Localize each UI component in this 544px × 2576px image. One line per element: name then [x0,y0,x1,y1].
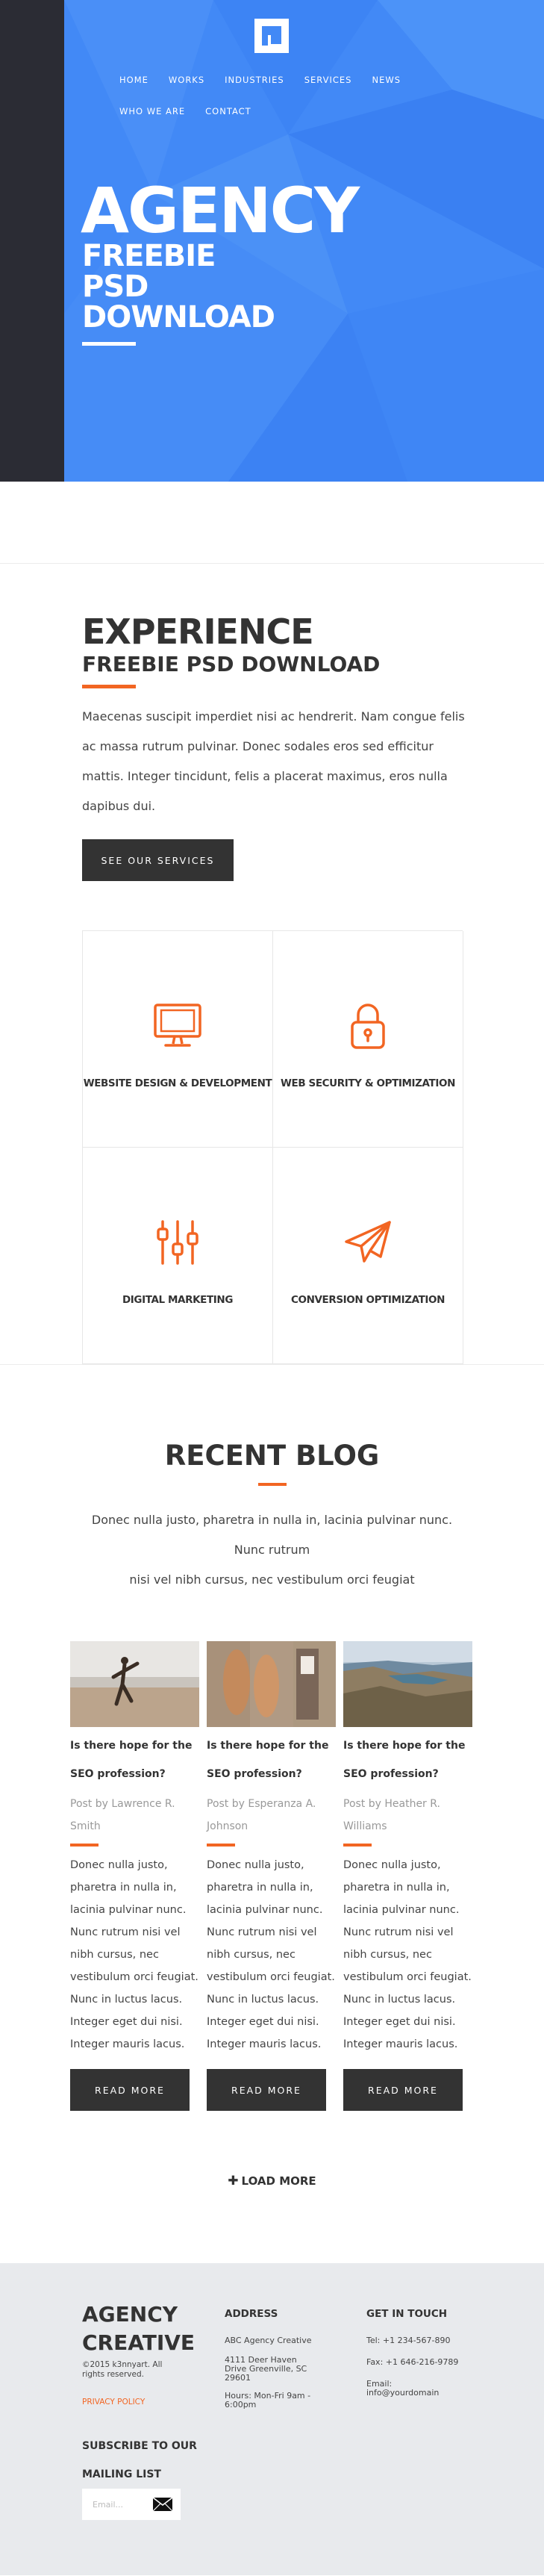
contact-email[interactable]: info@yourdomain [366,2389,458,2398]
hero-subtitle-line: DOWNLOAD [82,300,275,335]
recent-blog-section: RECENT BLOG Donec nulla justo, pharetra … [0,1365,544,2188]
service-label: DIGITAL MARKETING [122,1294,233,1306]
blog-intro: Donec nulla justo, pharetra in nulla in,… [78,1505,466,1595]
post-image-beach-runner[interactable] [70,1641,199,1727]
hero-underline [82,342,136,346]
experience-underline [82,685,136,688]
plus-icon: ✚ [228,2174,239,2188]
footer-contact-column: GET IN TOUCH Tel: +1 234-567-890 Fax: +1… [366,2308,458,2398]
service-label: WEBSITE DESIGN & DEVELOPMENT [83,1077,272,1089]
main-nav: HOME WORKS INDUSTRIES SERVICES NEWS WHO … [119,64,440,127]
contact-title: GET IN TOUCH [366,2308,448,2320]
address-hours: 6:00pm [225,2400,257,2409]
privacy-policy-link[interactable]: PRIVACY POLICY [82,2398,145,2407]
post-author: Post by Lawrence R. Smith [70,1798,175,1832]
nav-who-we-are[interactable]: WHO WE ARE [119,96,185,127]
post-excerpt: Donec nulla justo, pharetra in nulla in,… [207,1859,335,2050]
blog-posts: Is there hope for the SEO profession? Po… [70,1641,544,2111]
blog-title-underline [257,1483,287,1486]
subscribe-email-input[interactable] [93,2499,146,2510]
experience-subtitle: FREEBIE PSD DOWNLOAD [82,652,381,676]
hero-subtitle-line: PSD [82,270,148,304]
monitor-icon [151,1000,204,1052]
post-author: Post by Esperanza A. Johnson [207,1798,316,1832]
nav-news[interactable]: NEWS [372,64,401,96]
blog-intro-line: nisi vel nibh cursus, nec vestibulum orc… [129,1572,415,1587]
service-card-web-security[interactable]: WEB SECURITY & OPTIMIZATION [273,931,463,1148]
post-underline [70,1844,99,1847]
post-image-shoes[interactable] [207,1641,336,1727]
footer-brand-line: AGENCY [82,2302,178,2327]
nav-industries[interactable]: INDUSTRIES [225,64,284,96]
subscribe-box [82,2489,181,2520]
experience-body: Maecenas suscipit imperdiet nisi ac hend… [82,709,465,813]
footer: AGENCY CREATIVE ©2015 k3nnyart. All righ… [0,2263,544,2575]
post-author: Post by Heather R. Williams [343,1798,440,1832]
service-card-web-design[interactable]: WEBSITE DESIGN & DEVELOPMENT [83,931,273,1148]
service-card-digital-marketing[interactable]: DIGITAL MARKETING [83,1148,273,1364]
hero-section: HOME WORKS INDUSTRIES SERVICES NEWS WHO … [0,0,544,482]
hero-subtitle: FREEBIE PSD DOWNLOAD [82,241,275,333]
service-label: WEB SECURITY & OPTIMIZATION [281,1077,455,1089]
nav-home[interactable]: HOME [119,64,148,96]
blog-post-card: Is there hope for the SEO profession? Po… [343,1641,472,2111]
hero-title: AGENCY [81,174,360,247]
footer-address-column: ADDRESS ABC Agency Creative 4111 Deer Ha… [225,2308,311,2409]
service-label: CONVERSION OPTIMIZATION [290,1294,445,1306]
address-company: ABC Agency Creative [225,2336,312,2345]
post-title[interactable]: Is there hope for the SEO profession? [70,1732,199,1788]
left-dark-strip [0,0,64,482]
read-more-button[interactable]: READ MORE [343,2069,463,2111]
post-underline [343,1844,372,1847]
contact-tel[interactable]: Tel: +1 234-567-890 [366,2336,458,2345]
envelope-icon[interactable] [152,2497,173,2512]
load-more-label: LOAD MORE [241,2174,316,2188]
experience-title: EXPERIENCE [82,612,314,652]
subscribe-title: SUBSCRIBE TO OUR MAILING LIST [82,2440,197,2480]
load-more-button[interactable]: ✚ LOAD MORE [0,2174,544,2188]
read-more-button[interactable]: READ MORE [207,2069,326,2111]
nav-services[interactable]: SERVICES [304,64,352,96]
post-title[interactable]: Is there hope for the SEO profession? [207,1732,336,1788]
blog-intro-line: Donec nulla justo, pharetra in nulla in,… [91,1513,453,1557]
nav-contact[interactable]: CONTACT [205,96,251,127]
footer-copyright: ©2015 k3nnyart. All rights reserved. [82,2360,163,2379]
post-underline [207,1844,235,1847]
footer-brand-line: CREATIVE [82,2330,196,2355]
sliders-icon [151,1216,204,1269]
post-excerpt: Donec nulla justo, pharetra in nulla in,… [343,1859,472,2050]
hero-subtitle-line: FREEBIE [82,239,216,273]
address-title: ADDRESS [225,2308,278,2320]
services-grid: WEBSITE DESIGN & DEVELOPMENT WEB SECURIT… [82,930,463,1364]
address-zip: 29601 [225,2373,251,2383]
blog-post-card: Is there hope for the SEO profession? Po… [70,1641,199,2111]
nav-works[interactable]: WORKS [169,64,204,96]
blog-post-card: Is there hope for the SEO profession? Po… [207,1641,336,2111]
brand-logo-icon[interactable] [254,19,289,53]
post-image-coastline[interactable] [343,1641,472,1727]
paper-plane-icon [342,1216,394,1269]
experience-section: EXPERIENCE FREEBIE PSD DOWNLOAD Maecenas… [0,564,544,881]
contact-fax: Fax: +1 646-216-9789 [366,2357,459,2367]
footer-brand: AGENCY CREATIVE [82,2300,195,2357]
read-more-button[interactable]: READ MORE [70,2069,190,2111]
padlock-icon [342,1000,394,1052]
post-title[interactable]: Is there hope for the SEO profession? [343,1732,472,1788]
see-our-services-button[interactable]: SEE OUR SERVICES [82,839,234,881]
section-divider [0,482,544,564]
service-card-conversion[interactable]: CONVERSION OPTIMIZATION [273,1148,463,1364]
post-excerpt: Donec nulla justo, pharetra in nulla in,… [70,1859,198,2050]
blog-title: RECENT BLOG [164,1440,380,1472]
